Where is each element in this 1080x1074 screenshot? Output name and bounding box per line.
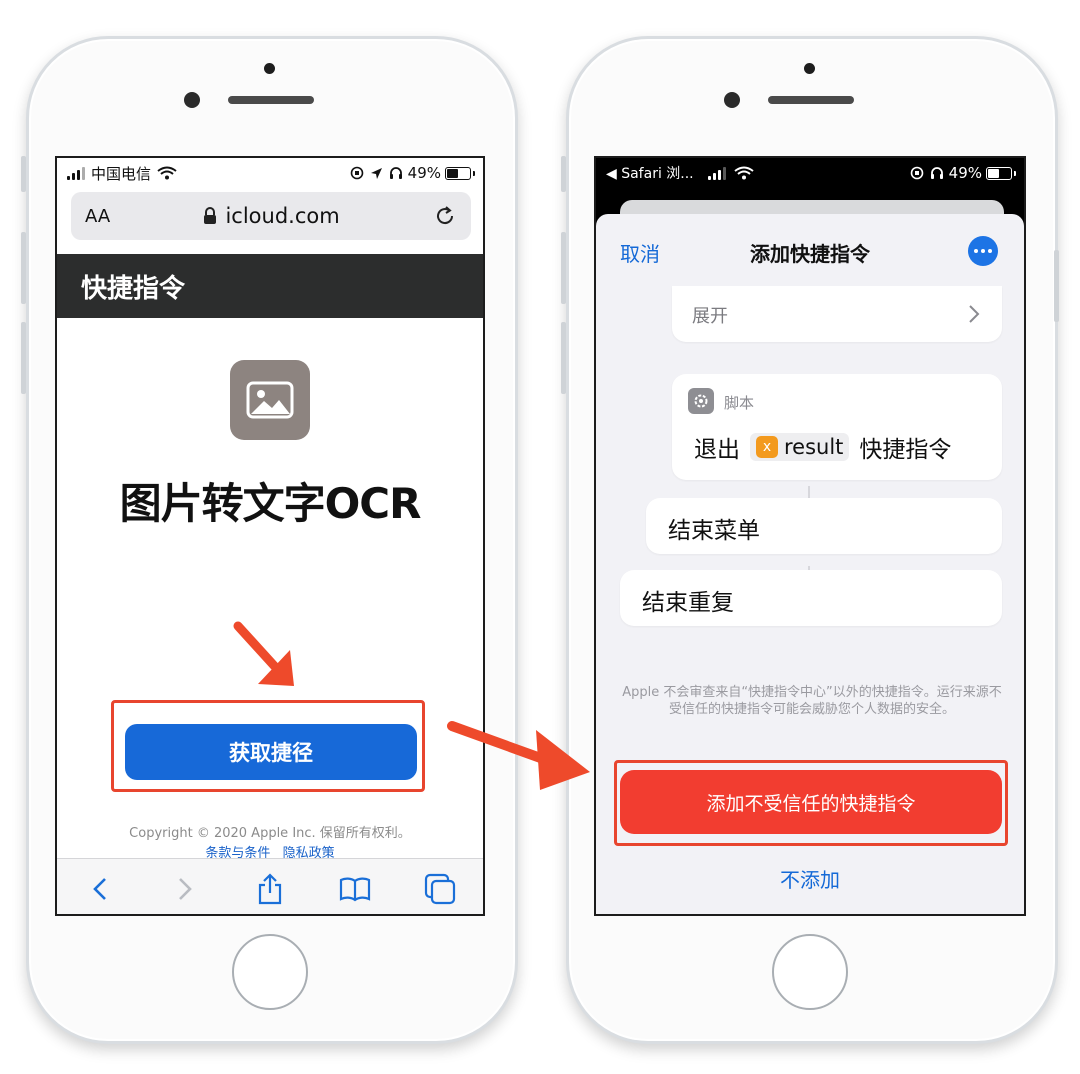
page-title-bar: 快捷指令: [57, 254, 483, 318]
end-repeat-label: 结束重复: [642, 590, 734, 616]
volume-down-button: [561, 322, 566, 394]
orientation-lock-icon: [350, 166, 363, 180]
mute-switch: [561, 156, 566, 192]
front-camera-icon: [184, 92, 200, 108]
untrusted-disclaimer: Apple 不会审查来自“快捷指令中心”以外的快捷指令。运行来源不受信任的快捷指…: [622, 685, 1002, 717]
location-icon: [370, 167, 382, 179]
wifi-icon: [157, 166, 177, 180]
battery-percent: 49%: [407, 164, 441, 182]
copyright-text: Copyright © 2020 Apple Inc. 保留所有权利。: [129, 826, 411, 841]
forward-icon[interactable]: [165, 869, 205, 909]
status-bar: 中国电信 49%: [57, 158, 483, 188]
battery-icon: [986, 166, 1016, 180]
home-button[interactable]: [772, 934, 848, 1010]
volume-up-button: [21, 232, 26, 304]
right-screen: ◀ Safari 浏... 49% 取消 添加快捷指令 展开 脚本 退出 x r…: [594, 156, 1026, 916]
signal-icon: [67, 166, 85, 180]
annotation-arrow-down: [233, 621, 294, 686]
signal-icon: [707, 166, 726, 180]
sheet-title: 添加快捷指令: [750, 242, 870, 266]
reload-icon[interactable]: [433, 204, 457, 228]
status-bar: ◀ Safari 浏... 49%: [596, 158, 1024, 188]
annotation-arrow-right: [447, 721, 590, 790]
front-camera-icon: [724, 92, 740, 108]
url-bar[interactable]: AA icloud.com: [71, 192, 471, 240]
expand-label: 展开: [692, 306, 728, 327]
image-icon: [246, 381, 294, 419]
mute-switch: [21, 156, 26, 192]
orientation-lock-icon: [910, 166, 923, 180]
add-shortcut-sheet: 取消 添加快捷指令 展开 脚本 退出 x result 快捷指令 结束菜单 结束…: [596, 214, 1024, 914]
wifi-icon: [734, 166, 754, 180]
variable-icon: x: [756, 436, 778, 458]
carrier-label: 中国电信: [91, 164, 152, 183]
action-prefix: 退出: [694, 437, 740, 463]
headphones-icon: [389, 167, 402, 179]
share-icon[interactable]: [250, 869, 290, 909]
home-button[interactable]: [232, 934, 308, 1010]
end-repeat-card[interactable]: 结束重复: [620, 570, 1002, 626]
more-icon[interactable]: [968, 236, 998, 266]
end-menu-label: 结束菜单: [668, 518, 760, 544]
variable-name: result: [784, 435, 844, 459]
expand-card[interactable]: 展开: [672, 286, 1002, 342]
proximity-sensor: [804, 63, 815, 74]
tabs-icon[interactable]: [420, 869, 460, 909]
proximity-sensor: [264, 63, 275, 74]
page-title: 快捷指令: [81, 273, 186, 304]
add-untrusted-shortcut-button[interactable]: 添加不受信任的快捷指令: [620, 770, 1002, 834]
power-button: [1054, 250, 1059, 322]
back-icon[interactable]: [80, 869, 120, 909]
volume-up-button: [561, 232, 566, 304]
volume-down-button: [21, 322, 26, 394]
variable-token[interactable]: x result: [750, 433, 850, 461]
action-suffix: 快捷指令: [859, 437, 952, 463]
url-text: icloud.com: [225, 204, 340, 228]
shortcut-app-icon: [230, 360, 310, 440]
text-size-button[interactable]: AA: [85, 206, 110, 227]
gear-icon: [688, 388, 714, 414]
lock-icon: [204, 207, 217, 224]
safari-toolbar: [57, 858, 483, 914]
chevron-right-icon: [969, 305, 980, 323]
sheet-header: 取消 添加快捷指令: [596, 214, 1024, 286]
bookmarks-icon[interactable]: [335, 869, 375, 909]
end-menu-card[interactable]: 结束菜单: [646, 498, 1002, 554]
exit-shortcut-card[interactable]: 脚本 退出 x result 快捷指令: [672, 374, 1002, 480]
card-category: 脚本: [724, 394, 755, 412]
dont-add-button[interactable]: 不添加: [596, 864, 1024, 893]
battery-icon: [445, 166, 475, 180]
get-shortcut-button[interactable]: 获取捷径: [125, 724, 417, 780]
headphones-icon: [930, 167, 943, 179]
earpiece-speaker: [768, 96, 854, 104]
back-to-app-label[interactable]: ◀ Safari 浏...: [606, 163, 694, 183]
earpiece-speaker: [228, 96, 314, 104]
battery-percent: 49%: [948, 164, 982, 182]
shortcut-name: 图片转文字OCR: [119, 479, 422, 528]
left-screen: 中国电信 49% AA icloud.com 快捷指令 图片转文字OCR 获取捷…: [55, 156, 485, 916]
